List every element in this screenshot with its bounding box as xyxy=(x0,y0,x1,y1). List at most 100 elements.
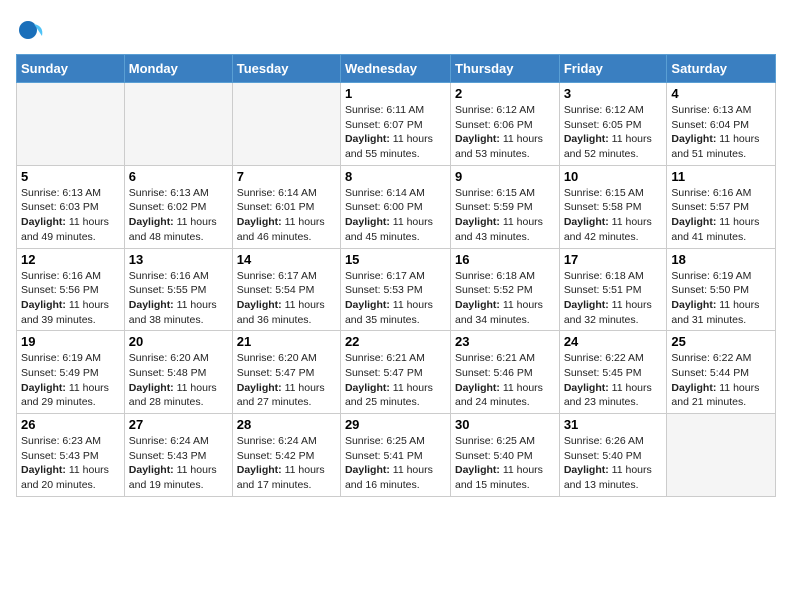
day-info: Sunrise: 6:25 AMSunset: 5:41 PMDaylight:… xyxy=(345,434,446,493)
calendar-cell: 4 Sunrise: 6:13 AMSunset: 6:04 PMDaylight… xyxy=(667,83,776,166)
day-info: Sunrise: 6:13 AMSunset: 6:03 PMDaylight:… xyxy=(21,186,120,245)
day-info: Sunrise: 6:17 AMSunset: 5:53 PMDaylight:… xyxy=(345,269,446,328)
calendar-week-row: 12 Sunrise: 6:16 AMSunset: 5:56 PMDayligh… xyxy=(17,248,776,331)
calendar-header-row: SundayMondayTuesdayWednesdayThursdayFrid… xyxy=(17,55,776,83)
day-info: Sunrise: 6:16 AMSunset: 5:57 PMDaylight:… xyxy=(671,186,771,245)
logo-icon xyxy=(16,16,44,44)
day-number: 18 xyxy=(671,252,771,267)
day-number: 19 xyxy=(21,334,120,349)
calendar-cell xyxy=(667,414,776,497)
calendar-week-row: 5Sunrise: 6:13 AMSunset: 6:03 PMDaylight… xyxy=(17,165,776,248)
calendar-cell: 5Sunrise: 6:13 AMSunset: 6:03 PMDaylight… xyxy=(17,165,125,248)
calendar-cell: 26 Sunrise: 6:23 AMSunset: 5:43 PMDayligh… xyxy=(17,414,125,497)
calendar-cell: 28 Sunrise: 6:24 AMSunset: 5:42 PMDayligh… xyxy=(232,414,340,497)
day-number: 12 xyxy=(21,252,120,267)
calendar-cell: 21 Sunrise: 6:20 AMSunset: 5:47 PMDayligh… xyxy=(232,331,340,414)
calendar-cell: 27 Sunrise: 6:24 AMSunset: 5:43 PMDayligh… xyxy=(124,414,232,497)
day-info: Sunrise: 6:11 AMSunset: 6:07 PMDaylight:… xyxy=(345,103,446,162)
day-number: 1 xyxy=(345,86,446,101)
calendar-week-row: 1 Sunrise: 6:11 AMSunset: 6:07 PMDaylight… xyxy=(17,83,776,166)
calendar-cell: 9 Sunrise: 6:15 AMSunset: 5:59 PMDaylight… xyxy=(451,165,560,248)
day-info: Sunrise: 6:18 AMSunset: 5:52 PMDaylight:… xyxy=(455,269,555,328)
calendar-cell: 20Sunrise: 6:20 AMSunset: 5:48 PMDayligh… xyxy=(124,331,232,414)
calendar-cell: 29 Sunrise: 6:25 AMSunset: 5:41 PMDayligh… xyxy=(340,414,450,497)
calendar-cell: 12 Sunrise: 6:16 AMSunset: 5:56 PMDayligh… xyxy=(17,248,125,331)
day-number: 10 xyxy=(564,169,663,184)
calendar-cell: 19 Sunrise: 6:19 AMSunset: 5:49 PMDayligh… xyxy=(17,331,125,414)
day-number: 14 xyxy=(237,252,336,267)
day-number: 22 xyxy=(345,334,446,349)
day-info: Sunrise: 6:15 AMSunset: 5:59 PMDaylight:… xyxy=(455,186,555,245)
day-number: 20 xyxy=(129,334,228,349)
calendar-cell: 17 Sunrise: 6:18 AMSunset: 5:51 PMDayligh… xyxy=(559,248,667,331)
day-number: 27 xyxy=(129,417,228,432)
day-number: 4 xyxy=(671,86,771,101)
calendar-header-monday: Monday xyxy=(124,55,232,83)
day-info: Sunrise: 6:19 AMSunset: 5:49 PMDaylight:… xyxy=(21,351,120,410)
logo xyxy=(16,16,48,44)
day-info: Sunrise: 6:16 AMSunset: 5:56 PMDaylight:… xyxy=(21,269,120,328)
day-number: 8 xyxy=(345,169,446,184)
calendar-cell: 18Sunrise: 6:19 AMSunset: 5:50 PMDayligh… xyxy=(667,248,776,331)
calendar-week-row: 19 Sunrise: 6:19 AMSunset: 5:49 PMDayligh… xyxy=(17,331,776,414)
day-number: 24 xyxy=(564,334,663,349)
calendar-cell: 14 Sunrise: 6:17 AMSunset: 5:54 PMDayligh… xyxy=(232,248,340,331)
day-info: Sunrise: 6:25 AMSunset: 5:40 PMDaylight:… xyxy=(455,434,555,493)
day-number: 7 xyxy=(237,169,336,184)
day-info: Sunrise: 6:20 AMSunset: 5:47 PMDaylight:… xyxy=(237,351,336,410)
calendar-cell: 8 Sunrise: 6:14 AMSunset: 6:00 PMDaylight… xyxy=(340,165,450,248)
day-number: 26 xyxy=(21,417,120,432)
day-number: 13 xyxy=(129,252,228,267)
day-number: 17 xyxy=(564,252,663,267)
day-number: 21 xyxy=(237,334,336,349)
day-info: Sunrise: 6:13 AMSunset: 6:02 PMDaylight:… xyxy=(129,186,228,245)
calendar-cell: 2Sunrise: 6:12 AMSunset: 6:06 PMDaylight… xyxy=(451,83,560,166)
calendar-cell: 24Sunrise: 6:22 AMSunset: 5:45 PMDayligh… xyxy=(559,331,667,414)
day-number: 3 xyxy=(564,86,663,101)
day-info: Sunrise: 6:15 AMSunset: 5:58 PMDaylight:… xyxy=(564,186,663,245)
day-number: 9 xyxy=(455,169,555,184)
day-info: Sunrise: 6:23 AMSunset: 5:43 PMDaylight:… xyxy=(21,434,120,493)
calendar-week-row: 26 Sunrise: 6:23 AMSunset: 5:43 PMDayligh… xyxy=(17,414,776,497)
day-info: Sunrise: 6:16 AMSunset: 5:55 PMDaylight:… xyxy=(129,269,228,328)
calendar-cell: 23 Sunrise: 6:21 AMSunset: 5:46 PMDayligh… xyxy=(451,331,560,414)
calendar-cell: 30 Sunrise: 6:25 AMSunset: 5:40 PMDayligh… xyxy=(451,414,560,497)
day-number: 31 xyxy=(564,417,663,432)
day-info: Sunrise: 6:14 AMSunset: 6:00 PMDaylight:… xyxy=(345,186,446,245)
calendar-cell: 1 Sunrise: 6:11 AMSunset: 6:07 PMDaylight… xyxy=(340,83,450,166)
day-info: Sunrise: 6:14 AMSunset: 6:01 PMDaylight:… xyxy=(237,186,336,245)
day-info: Sunrise: 6:17 AMSunset: 5:54 PMDaylight:… xyxy=(237,269,336,328)
calendar-cell: 7 Sunrise: 6:14 AMSunset: 6:01 PMDaylight… xyxy=(232,165,340,248)
day-info: Sunrise: 6:18 AMSunset: 5:51 PMDaylight:… xyxy=(564,269,663,328)
day-number: 16 xyxy=(455,252,555,267)
calendar-header-thursday: Thursday xyxy=(451,55,560,83)
calendar-cell: 31Sunrise: 6:26 AMSunset: 5:40 PMDayligh… xyxy=(559,414,667,497)
calendar-cell: 10 Sunrise: 6:15 AMSunset: 5:58 PMDayligh… xyxy=(559,165,667,248)
calendar-cell: 6 Sunrise: 6:13 AMSunset: 6:02 PMDaylight… xyxy=(124,165,232,248)
calendar-cell: 25Sunrise: 6:22 AMSunset: 5:44 PMDayligh… xyxy=(667,331,776,414)
day-info: Sunrise: 6:21 AMSunset: 5:47 PMDaylight:… xyxy=(345,351,446,410)
calendar-table: SundayMondayTuesdayWednesdayThursdayFrid… xyxy=(16,54,776,497)
day-info: Sunrise: 6:13 AMSunset: 6:04 PMDaylight:… xyxy=(671,103,771,162)
calendar-header-sunday: Sunday xyxy=(17,55,125,83)
calendar-header-saturday: Saturday xyxy=(667,55,776,83)
day-number: 29 xyxy=(345,417,446,432)
day-number: 6 xyxy=(129,169,228,184)
day-info: Sunrise: 6:21 AMSunset: 5:46 PMDaylight:… xyxy=(455,351,555,410)
calendar-cell: 11Sunrise: 6:16 AMSunset: 5:57 PMDayligh… xyxy=(667,165,776,248)
day-number: 15 xyxy=(345,252,446,267)
calendar-cell: 16 Sunrise: 6:18 AMSunset: 5:52 PMDayligh… xyxy=(451,248,560,331)
day-info: Sunrise: 6:24 AMSunset: 5:43 PMDaylight:… xyxy=(129,434,228,493)
day-info: Sunrise: 6:12 AMSunset: 6:06 PMDaylight:… xyxy=(455,103,555,162)
calendar-cell: 22 Sunrise: 6:21 AMSunset: 5:47 PMDayligh… xyxy=(340,331,450,414)
day-number: 28 xyxy=(237,417,336,432)
calendar-header-friday: Friday xyxy=(559,55,667,83)
day-info: Sunrise: 6:24 AMSunset: 5:42 PMDaylight:… xyxy=(237,434,336,493)
day-info: Sunrise: 6:12 AMSunset: 6:05 PMDaylight:… xyxy=(564,103,663,162)
day-number: 30 xyxy=(455,417,555,432)
calendar-header-tuesday: Tuesday xyxy=(232,55,340,83)
day-number: 25 xyxy=(671,334,771,349)
day-number: 23 xyxy=(455,334,555,349)
calendar-cell xyxy=(124,83,232,166)
calendar-cell: 3 Sunrise: 6:12 AMSunset: 6:05 PMDaylight… xyxy=(559,83,667,166)
